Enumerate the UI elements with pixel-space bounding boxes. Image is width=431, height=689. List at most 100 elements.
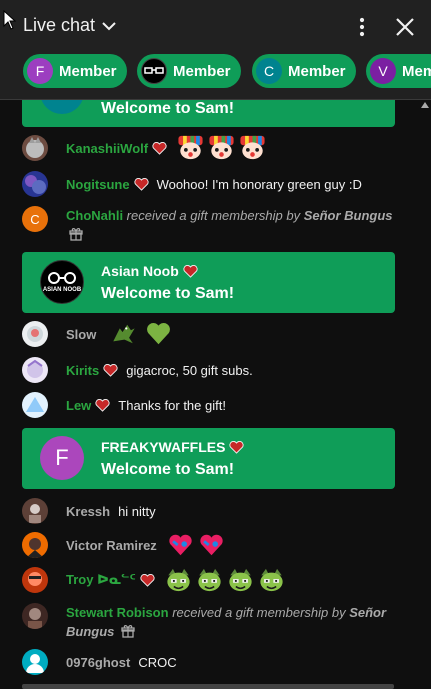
banner-author: Asian Noob xyxy=(101,263,198,279)
author-name: Kressh xyxy=(66,503,111,519)
goblin-emote-icon xyxy=(227,567,254,593)
member-chips-ticker: F Member Member C Member V Mem xyxy=(0,54,431,100)
avatar: C xyxy=(256,58,282,84)
chat-message[interactable]: Nogitsune Woohoo! I'm honorary green guy… xyxy=(22,171,422,197)
member-heart-badge-icon xyxy=(134,178,149,191)
gift-description: received a gift membership by xyxy=(168,605,350,620)
member-heart-badge-icon xyxy=(183,265,198,278)
chat-mode-dropdown[interactable]: Live chat xyxy=(23,15,117,36)
clown-emote-icon xyxy=(239,135,266,161)
chat-message[interactable]: Victor Ramirez xyxy=(22,532,422,558)
gift-text: Stewart Robison received a gift membersh… xyxy=(66,603,396,641)
avatar xyxy=(22,171,48,197)
author-name: Kirits xyxy=(66,362,100,378)
mouse-cursor-icon xyxy=(3,10,17,30)
chat-title: Live chat xyxy=(23,15,96,35)
avatar-caption: ASIAN NOOB xyxy=(43,287,82,293)
gift-membership-message[interactable]: C ChoNahli received a gift membership by… xyxy=(22,206,402,246)
clown-emote-icon xyxy=(177,135,204,161)
author-name: Slow xyxy=(66,326,97,342)
glasses-icon: ASIAN NOOB xyxy=(43,272,82,293)
message-text: Thanks for the gift! xyxy=(118,397,226,413)
goblin-emote-icon xyxy=(165,567,192,593)
gift-membership-message[interactable]: Stewart Robison received a gift membersh… xyxy=(22,603,402,643)
avatar xyxy=(22,603,48,629)
author-name: FREAKYWAFFLES xyxy=(101,439,226,455)
chat-message[interactable]: 0976ghost CROC xyxy=(22,649,422,675)
avatar xyxy=(22,532,48,558)
membership-welcome-banner: Welcome to Sam! xyxy=(22,100,395,127)
member-heart-badge-icon xyxy=(95,399,110,412)
chat-messages[interactable]: Welcome to Sam! KanashiiWolf Nogitsune W… xyxy=(0,100,431,689)
goblin-emote-icon xyxy=(196,567,223,593)
more-vert-icon[interactable] xyxy=(352,16,372,38)
crocodile-emoji-icon xyxy=(113,324,135,344)
author-name: Troy ᐅᓇᓪᑦ xyxy=(66,572,136,587)
gift-icon xyxy=(121,625,135,638)
chat-message[interactable]: Troy ᐅᓇᓪᑦ xyxy=(22,567,422,593)
glasses-icon xyxy=(144,67,164,74)
gift-icon xyxy=(69,228,83,241)
author-name: KanashiiWolf xyxy=(66,140,149,156)
green-heart-emoji-icon xyxy=(147,323,171,345)
scrollbar[interactable] xyxy=(22,684,394,689)
chip-label: Member xyxy=(59,62,117,80)
heart-emote-icon xyxy=(167,532,194,558)
banner-message: Welcome to Sam! xyxy=(101,285,235,302)
chip-label: Mem xyxy=(402,62,431,80)
chevron-down-icon xyxy=(102,21,116,30)
avatar: F xyxy=(27,58,53,84)
member-heart-badge-icon xyxy=(152,142,167,155)
clown-emote-icon xyxy=(208,135,235,161)
avatar xyxy=(22,498,48,524)
avatar: F xyxy=(40,436,84,480)
membership-welcome-banner[interactable]: F FREAKYWAFFLES Welcome to Sam! xyxy=(22,428,395,489)
member-chip[interactable]: V Mem xyxy=(366,54,431,88)
avatar xyxy=(40,100,84,114)
author-name: Nogitsune xyxy=(66,176,130,192)
avatar xyxy=(22,135,48,161)
gifter-name: Señor Bungus xyxy=(303,208,393,223)
close-icon[interactable] xyxy=(394,16,416,38)
chat-message[interactable]: Kressh hi nitty xyxy=(22,498,422,524)
banner-message: Welcome to Sam! xyxy=(101,461,235,478)
banner-author: FREAKYWAFFLES xyxy=(101,439,244,455)
member-heart-badge-icon xyxy=(229,441,244,454)
chat-message[interactable]: Slow xyxy=(22,321,422,347)
author-name: Stewart Robison xyxy=(66,605,169,620)
avatar xyxy=(22,649,48,675)
message-text: hi nitty xyxy=(118,503,156,519)
banner-message: Welcome to Sam! xyxy=(101,100,235,117)
author-name: Victor Ramirez xyxy=(66,537,157,553)
message-text: CROC xyxy=(138,654,177,670)
scroll-up-arrow-icon[interactable] xyxy=(421,102,429,108)
member-chip[interactable]: C Member xyxy=(252,54,356,88)
message-text: Woohoo! I'm honorary green guy :D xyxy=(156,176,362,192)
membership-welcome-banner[interactable]: ASIAN NOOB Asian Noob Welcome to Sam! xyxy=(22,252,395,313)
asian-noob-avatar xyxy=(141,58,167,84)
author-name: ChoNahli xyxy=(66,208,124,223)
avatar xyxy=(22,392,48,418)
author-name: Asian Noob xyxy=(101,263,179,279)
chat-header: Live chat xyxy=(0,0,431,54)
goblin-emote-icon xyxy=(258,567,285,593)
message-text: gigacroc, 50 gift subs. xyxy=(126,362,253,378)
chip-label: Member xyxy=(288,62,346,80)
avatar: C xyxy=(22,206,48,232)
member-heart-badge-icon xyxy=(140,574,155,587)
member-chip[interactable]: Member xyxy=(137,54,241,88)
chat-message[interactable]: Lew Thanks for the gift! xyxy=(22,392,422,418)
asian-noob-avatar: ASIAN NOOB xyxy=(40,260,84,304)
chat-message[interactable]: Kirits gigacroc, 50 gift subs. xyxy=(22,357,422,383)
gift-description: received a gift membership by xyxy=(123,208,304,223)
gift-text: ChoNahli received a gift membership by S… xyxy=(66,206,396,244)
avatar xyxy=(22,567,48,593)
heart-emote-icon xyxy=(198,532,225,558)
member-chip[interactable]: F Member xyxy=(23,54,127,88)
author-name: Lew xyxy=(66,397,92,413)
chat-message[interactable]: KanashiiWolf xyxy=(22,135,422,161)
author-name: 0976ghost xyxy=(66,654,131,670)
avatar xyxy=(22,321,48,347)
avatar xyxy=(22,357,48,383)
avatar: V xyxy=(370,58,396,84)
